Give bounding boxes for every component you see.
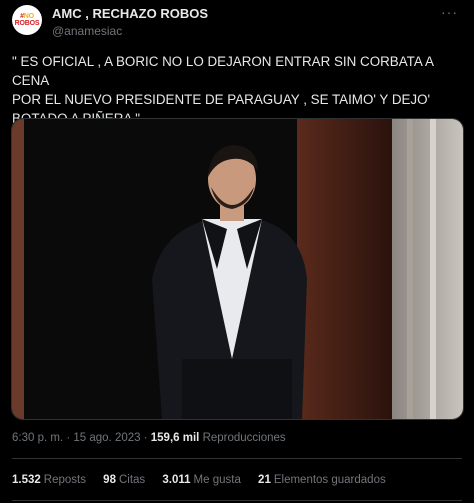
- bookmarks-label: Elementos guardados: [273, 474, 386, 486]
- tweet-date[interactable]: 15 ago. 2023: [73, 432, 140, 444]
- tweet-text: " ES OFICIAL , A BORIC NO LO DEJARON ENT…: [12, 54, 434, 126]
- engagement-stats: 1.532 Reposts 98 Citas 3.011 Me gusta 21 Ele…: [12, 474, 400, 486]
- reposts-stat[interactable]: 1.532 Reposts: [12, 474, 86, 486]
- views-label: Reproducciones: [202, 432, 286, 444]
- views-count: 159,6 mil: [150, 432, 200, 444]
- tweet-image[interactable]: [11, 118, 464, 420]
- bookmarks-stat[interactable]: 21 Elementos guardados: [258, 474, 386, 486]
- likes-label: Me gusta: [193, 474, 241, 486]
- tweet-meta: 6:30 p. m. · 15 ago. 2023 · 159,6 mil Re…: [12, 432, 286, 444]
- photo-man-in-suit: [12, 119, 463, 419]
- quotes-count: 98: [103, 474, 116, 486]
- more-options-icon[interactable]: ···: [441, 4, 458, 20]
- reposts-label: Reposts: [43, 474, 86, 486]
- meta-separator: ·: [140, 432, 151, 444]
- bookmarks-count: 21: [258, 474, 271, 486]
- meta-separator: ·: [63, 432, 74, 444]
- quotes-stat[interactable]: 98 Citas: [103, 474, 145, 486]
- avatar[interactable]: #NO ROBOS: [12, 5, 42, 35]
- author-handle[interactable]: @anamesiac: [52, 24, 122, 38]
- reposts-count: 1.532: [12, 474, 41, 486]
- divider: [12, 458, 462, 459]
- likes-count: 3.011: [162, 474, 191, 486]
- tweet-time[interactable]: 6:30 p. m.: [12, 432, 63, 444]
- likes-stat[interactable]: 3.011 Me gusta: [162, 474, 240, 486]
- avatar-logo-icon: #NO ROBOS: [14, 13, 40, 27]
- quotes-label: Citas: [118, 474, 146, 486]
- divider: [12, 500, 462, 501]
- author-display-name[interactable]: AMC , RECHAZO ROBOS: [52, 6, 208, 21]
